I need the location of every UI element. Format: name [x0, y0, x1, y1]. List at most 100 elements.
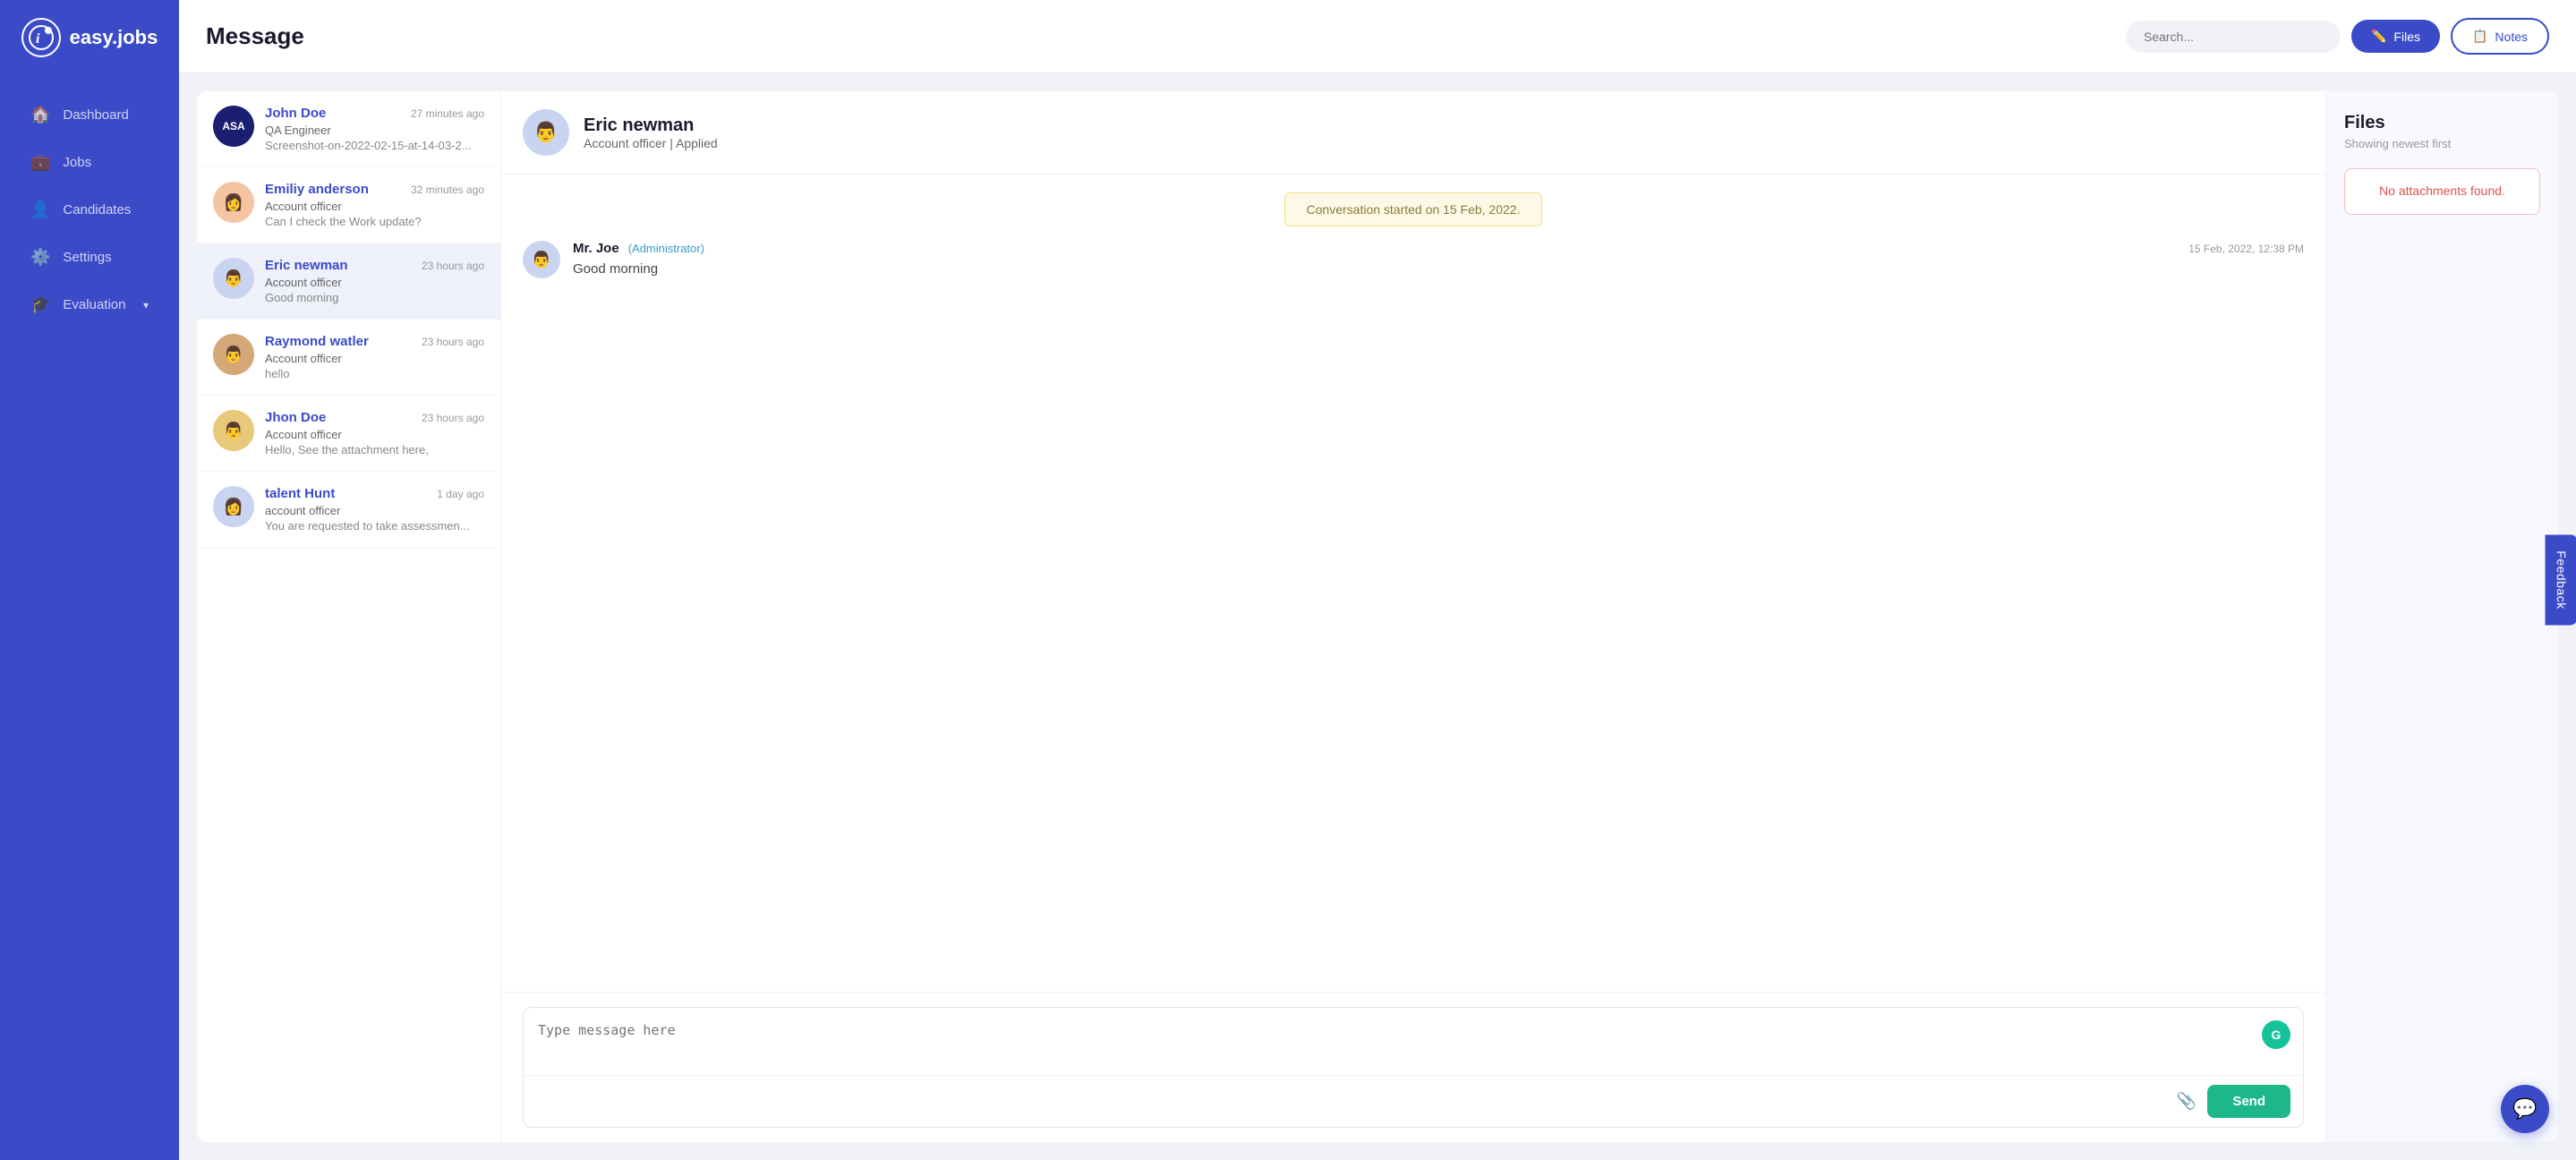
conv-item-raymond[interactable]: 👨 Raymond watler 23 hours ago Account of… [197, 320, 500, 396]
conv-time-jhon: 23 hours ago [422, 412, 484, 424]
conv-preview-raymond: hello [265, 367, 484, 380]
notes-button[interactable]: 📋 Notes [2451, 18, 2549, 55]
sidebar-item-settings[interactable]: ⚙️ Settings [9, 235, 170, 279]
conv-role-raymond: Account officer [265, 352, 484, 365]
settings-icon: ⚙️ [30, 248, 50, 267]
avatar-jhon: 👨 [213, 410, 254, 451]
sidebar-label-settings: Settings [63, 250, 111, 265]
chat-messages: Conversation started on 15 Feb, 2022. 👨 … [501, 175, 2325, 992]
feedback-label: Feedback [2554, 550, 2568, 609]
conv-item-jhon[interactable]: 👨 Jhon Doe 23 hours ago Account officer … [197, 396, 500, 472]
conv-preview-jhon: Hello, See the attachment here, [265, 443, 484, 456]
conv-preview-john: Screenshot-on-2022-02-15-at-14-03-2... [265, 139, 484, 152]
conversation-started-badge: Conversation started on 15 Feb, 2022. [1284, 192, 1543, 226]
chevron-down-icon: ▾ [143, 299, 149, 311]
conv-role-emiliy: Account officer [265, 200, 484, 213]
conv-name-john: John Doe [265, 106, 326, 121]
conv-name-raymond: Raymond watler [265, 334, 369, 349]
files-button[interactable]: ✏️ Files [2351, 20, 2440, 53]
search-input[interactable] [2126, 21, 2341, 53]
message-sender: Mr. Joe [573, 241, 619, 256]
grammarly-icon: G [2262, 1020, 2290, 1049]
chat-user-name: Eric newman [584, 115, 718, 136]
applied-badge: | Applied [670, 136, 717, 150]
conv-time-talent: 1 day ago [437, 488, 484, 500]
chat-input-box: G 📎 Send [523, 1007, 2304, 1128]
chat-area: 👨 Eric newman Account officer | Applied … [501, 91, 2325, 1142]
chat-input-area: G 📎 Send [501, 992, 2325, 1142]
page-title: Message [206, 22, 304, 50]
conv-name-talent: talent Hunt [265, 486, 335, 501]
no-attachments-box: No attachments found. [2344, 168, 2540, 215]
conv-time-emiliy: 32 minutes ago [411, 183, 484, 196]
sidebar-item-evaluation[interactable]: 🎓 Evaluation ▾ [9, 283, 170, 327]
conv-item-talent[interactable]: 👩 talent Hunt 1 day ago account officer … [197, 472, 500, 548]
chat-fab-icon: 💬 [2512, 1097, 2537, 1121]
avatar-talent: 👩 [213, 486, 254, 527]
main-content: Message ✏️ Files 📋 Notes ASA John Doe 27… [179, 0, 2576, 1160]
sidebar-item-candidates[interactable]: 👤 Candidates [9, 188, 170, 232]
sidebar-label-evaluation: Evaluation [63, 297, 125, 312]
avatar-raymond: 👨 [213, 334, 254, 375]
feedback-tab[interactable]: Feedback [2545, 534, 2576, 625]
sidebar-nav: 🏠 Dashboard 💼 Jobs 👤 Candidates ⚙️ Setti… [0, 93, 179, 327]
conv-preview-emiliy: Can I check the Work update? [265, 215, 484, 228]
conversation-started-notice: Conversation started on 15 Feb, 2022. [523, 192, 2304, 226]
attach-button[interactable]: 📎 [2177, 1092, 2196, 1111]
message-time: 15 Feb, 2022, 12:38 PM [2188, 243, 2304, 255]
sidebar-item-jobs[interactable]: 💼 Jobs [9, 141, 170, 184]
chat-input-footer: 📎 Send [524, 1075, 2303, 1127]
svg-text:i: i [36, 31, 40, 47]
conv-time-john: 27 minutes ago [411, 107, 484, 120]
admin-badge: (Administrator) [628, 242, 704, 255]
conv-item-john-doe[interactable]: ASA John Doe 27 minutes ago QA Engineer … [197, 91, 500, 167]
conversation-list: ASA John Doe 27 minutes ago QA Engineer … [197, 91, 501, 1142]
chat-header: 👨 Eric newman Account officer | Applied [501, 91, 2325, 175]
sidebar: i easy.jobs 🏠 Dashboard 💼 Jobs 👤 Candida… [0, 0, 179, 1160]
conv-time-raymond: 23 hours ago [422, 336, 484, 348]
avatar-emiliy: 👩 [213, 182, 254, 223]
logo-icon: i [21, 18, 61, 57]
candidates-icon: 👤 [30, 200, 50, 219]
conv-name-jhon: Jhon Doe [265, 410, 326, 425]
files-panel-subtitle: Showing newest first [2344, 137, 2540, 150]
sidebar-label-candidates: Candidates [63, 202, 131, 218]
avatar-john-doe: ASA [213, 106, 254, 147]
chat-user-avatar: 👨 [523, 109, 569, 156]
files-panel-title: Files [2344, 113, 2540, 133]
conv-name-emiliy: Emiliy anderson [265, 182, 369, 197]
files-label: Files [2393, 30, 2420, 44]
conv-name-eric: Eric newman [265, 258, 348, 273]
conv-item-emiliy[interactable]: 👩 Emiliy anderson 32 minutes ago Account… [197, 167, 500, 243]
conv-role-jhon: Account officer [265, 428, 484, 441]
conv-role-talent: account officer [265, 504, 484, 517]
evaluation-icon: 🎓 [30, 295, 50, 314]
files-panel: Files Showing newest first No attachment… [2325, 91, 2558, 1142]
message-avatar: 👨 [523, 241, 560, 278]
sidebar-label-dashboard: Dashboard [63, 107, 128, 123]
message-input[interactable] [524, 1008, 2303, 1070]
conv-item-eric[interactable]: 👨 Eric newman 23 hours ago Account offic… [197, 243, 500, 320]
message-item: 👨 Mr. Joe (Administrator) 15 Feb, 2022, … [523, 241, 2304, 278]
conv-role-eric: Account officer [265, 276, 484, 289]
avatar-eric: 👨 [213, 258, 254, 299]
app-logo[interactable]: i easy.jobs [4, 18, 176, 57]
conv-preview-eric: Good morning [265, 291, 484, 304]
send-button[interactable]: Send [2207, 1085, 2290, 1118]
jobs-icon: 💼 [30, 153, 50, 172]
conv-preview-talent: You are requested to take assessmen... [265, 519, 484, 533]
header-actions: ✏️ Files 📋 Notes [2126, 18, 2549, 55]
page-header: Message ✏️ Files 📋 Notes [179, 0, 2576, 73]
conv-time-eric: 23 hours ago [422, 260, 484, 272]
conv-role-john: QA Engineer [265, 124, 484, 137]
notes-label: Notes [2495, 30, 2528, 44]
chat-fab-button[interactable]: 💬 [2501, 1085, 2549, 1133]
content-area: ASA John Doe 27 minutes ago QA Engineer … [179, 73, 2576, 1160]
sidebar-label-jobs: Jobs [63, 155, 91, 170]
notes-icon: 📋 [2472, 29, 2487, 44]
no-attachments-text: No attachments found. [2379, 183, 2505, 198]
home-icon: 🏠 [30, 106, 50, 124]
sidebar-item-dashboard[interactable]: 🏠 Dashboard [9, 93, 170, 137]
app-name: easy.jobs [70, 26, 158, 49]
paperclip-icon: ✏️ [2371, 29, 2386, 44]
